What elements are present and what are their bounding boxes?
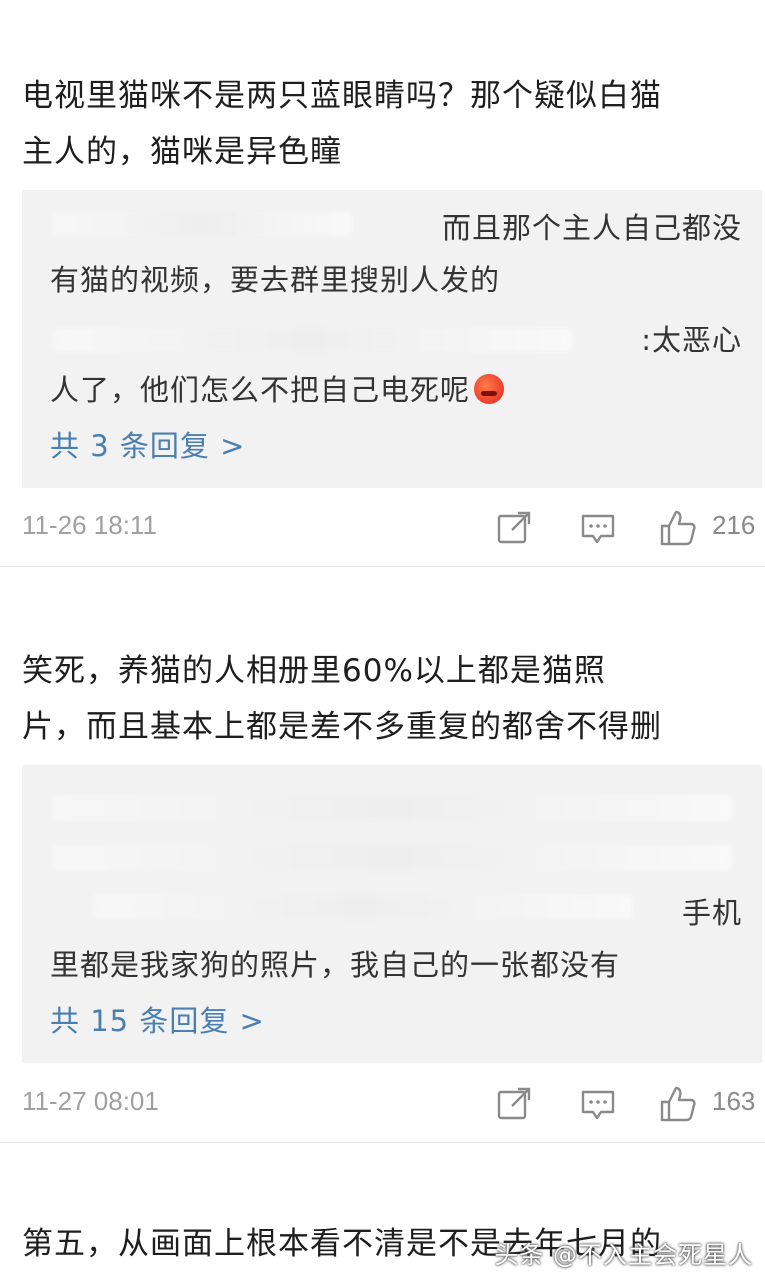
share-icon[interactable] [494, 508, 534, 548]
comment-text: 电视里猫咪不是两只蓝眼睛吗？那个疑似白猫 主人的，猫咪是异色瞳 [22, 68, 752, 180]
reply-line: 有猫的视频，要去群里搜别人发的 [50, 263, 501, 297]
like-count: 163 [712, 1086, 756, 1116]
comment-icon[interactable] [578, 1084, 618, 1124]
comment-text: 笑死，养猫的人相册里60%以上都是猫照 片，而且基本上都是差不多重复的都舍不得删 [22, 643, 752, 755]
comment-meta-row: 11-26 18:11 216 [22, 502, 762, 552]
angry-face-emoji [474, 374, 505, 404]
reply-text: 人了，他们怎么不把自己电死呢 [50, 373, 471, 407]
comment-text-line: 笑死，养猫的人相册里60%以上都是猫照 [22, 653, 606, 689]
reply-line-with-emoji: 人了，他们怎么不把自己电死呢 [50, 370, 742, 410]
divider [0, 566, 765, 567]
timestamp: 11-27 08:01 [22, 1086, 159, 1116]
reply-line: 里都是我家狗的照片，我自己的一张都没有 [50, 948, 621, 982]
divider [0, 1142, 765, 1143]
view-replies-link[interactable]: 共 3 条回复 > [50, 426, 245, 466]
reply-preview-box[interactable]: 而且那个主人自己都没 有猫的视频，要去群里搜别人发的 :太恶心 人了，他们怎么不… [22, 190, 762, 488]
watermark: 头条 @不入主会死星人 [494, 1241, 753, 1269]
share-icon[interactable] [494, 1084, 534, 1124]
like-icon[interactable] [658, 1084, 698, 1124]
timestamp: 11-26 18:11 [22, 510, 157, 540]
like-count: 216 [712, 510, 756, 540]
blurred-reply-text [52, 845, 732, 871]
blurred-reply-text [52, 795, 732, 821]
comment-text-line: 主人的，猫咪是异色瞳 [22, 134, 342, 170]
view-replies-link[interactable]: 共 15 条回复 > [50, 1001, 265, 1041]
comment-meta-row: 11-27 08:01 163 [22, 1078, 762, 1128]
like-icon[interactable] [658, 508, 698, 548]
comment-text-line: 电视里猫咪不是两只蓝眼睛吗？那个疑似白猫 [22, 78, 662, 114]
reply-line: 而且那个主人自己都没 [441, 211, 742, 245]
reply-line: :太恶心 [641, 323, 742, 357]
comment-icon[interactable] [578, 508, 618, 548]
reply-preview-box[interactable]: 手机 里都是我家狗的照片，我自己的一张都没有 共 15 条回复 > [22, 765, 762, 1063]
reply-line: 手机 [681, 896, 742, 930]
comment-text-line: 片，而且基本上都是差不多重复的都舍不得删 [22, 709, 662, 745]
